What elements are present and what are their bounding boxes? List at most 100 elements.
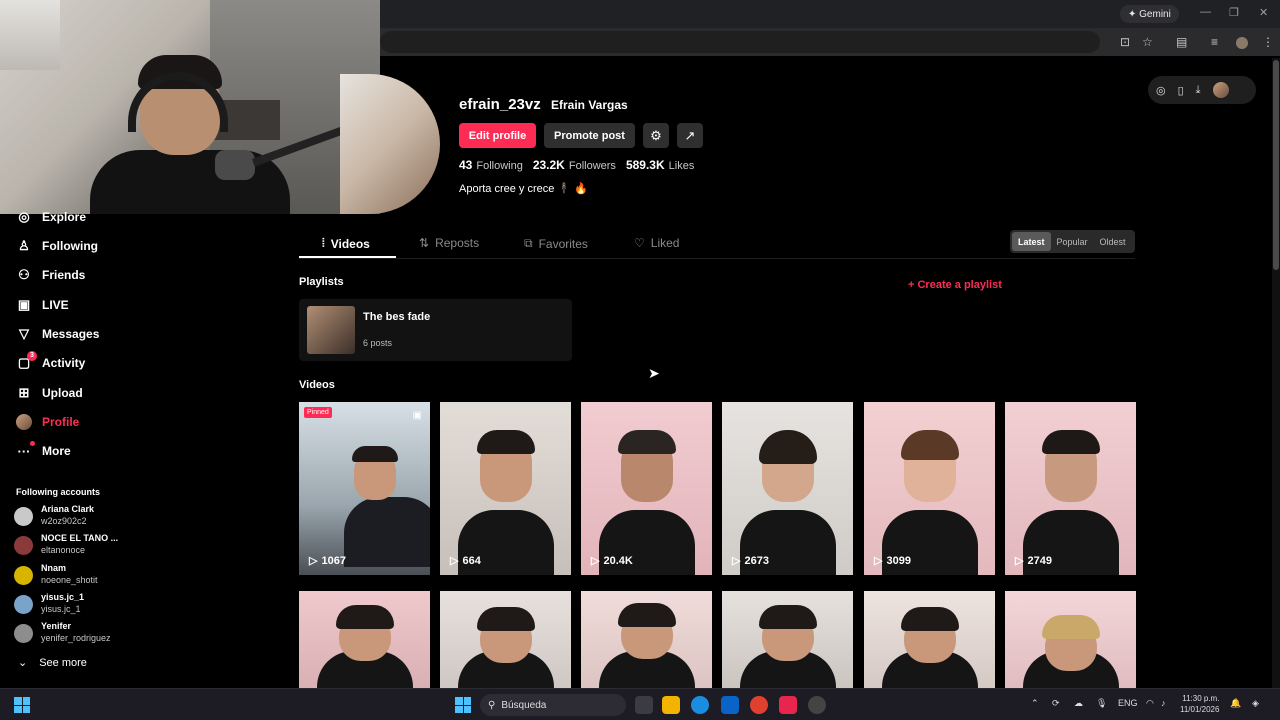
tiktok-icon[interactable]	[779, 696, 797, 714]
sidebar-item-more[interactable]: ··· More	[16, 440, 71, 462]
playlist-count: 6 posts	[363, 338, 393, 348]
task-view-icon[interactable]	[635, 696, 653, 714]
taskbar-clock[interactable]: 11:30 p.m. 11/01/2026	[1180, 693, 1219, 715]
video-card[interactable]: Pinned ▣ ▷ 1067	[299, 402, 430, 575]
play-icon: ▷	[450, 555, 459, 567]
gemini-button[interactable]: ✦ Gemini	[1120, 5, 1179, 23]
outlook-icon[interactable]	[721, 696, 739, 714]
tab-reposts[interactable]: ⇅ Reposts	[419, 236, 479, 250]
video-card[interactable]	[581, 591, 712, 688]
coin-icon[interactable]: ◎	[1156, 84, 1166, 97]
obs-icon[interactable]	[808, 696, 826, 714]
star-icon[interactable]: ☆	[1142, 35, 1153, 49]
promote-post-button[interactable]: Promote post	[544, 123, 635, 148]
media-icon[interactable]: ≡	[1211, 35, 1218, 49]
windows-start-icon[interactable]	[14, 697, 30, 713]
sort-toggle: Latest Popular Oldest	[1010, 230, 1135, 253]
install-icon[interactable]: ⊡	[1120, 35, 1130, 49]
address-bar[interactable]	[380, 31, 1100, 53]
wifi-icon[interactable]: ◠	[1146, 698, 1154, 709]
followers-stat[interactable]: 23.2K Followers	[533, 158, 616, 172]
tray-sync-icon[interactable]: ⟳	[1052, 698, 1060, 709]
sidebar-item-upload[interactable]: ⊞ Upload	[16, 382, 83, 404]
browser-profile-avatar[interactable]	[1236, 37, 1248, 49]
video-views: ▷ 1067	[309, 554, 346, 568]
following-icon: ♙	[18, 238, 30, 253]
copilot-icon[interactable]: ◈	[1252, 698, 1259, 709]
sort-popular[interactable]: Popular	[1051, 232, 1094, 251]
scrollbar-thumb[interactable]	[1273, 60, 1279, 270]
video-views: ▷ 2749	[1015, 554, 1052, 568]
following-account[interactable]: yisus.jc_1 yisus.jc_1	[14, 592, 154, 618]
tray-chevron-icon[interactable]: ⌃	[1031, 698, 1039, 709]
video-views: ▷ 2673	[732, 554, 769, 568]
tab-favorites[interactable]: ⧉ Favorites	[524, 236, 588, 251]
following-account[interactable]: Yenifer yenifer_rodriguez	[14, 621, 154, 647]
tray-cloud-icon[interactable]: ☁	[1074, 698, 1083, 709]
avatar	[14, 595, 33, 614]
sidebar-item-activity[interactable]: ▢ 3 Activity	[16, 351, 85, 374]
create-playlist-button[interactable]: + Create a playlist	[908, 279, 1002, 291]
sort-oldest[interactable]: Oldest	[1094, 232, 1132, 251]
share-icon[interactable]: ↗	[677, 123, 703, 148]
sort-latest[interactable]: Latest	[1012, 232, 1051, 251]
profile-avatar	[16, 414, 32, 430]
heart-icon: ♡	[634, 236, 645, 250]
tray-mic-icon[interactable]: 🎙	[1096, 698, 1107, 709]
restore-icon[interactable]: ❐	[1229, 6, 1239, 19]
start-menu-icon[interactable]	[455, 697, 471, 713]
account-avatar[interactable]	[1212, 82, 1229, 98]
avatar	[14, 624, 33, 643]
settings-icon[interactable]: ⚙	[643, 123, 669, 148]
volume-icon[interactable]: ♪	[1161, 698, 1166, 708]
video-card[interactable]	[1005, 591, 1136, 688]
activity-icon: ▢ 3	[16, 351, 37, 371]
sidebar-item-profile[interactable]: Profile	[16, 411, 79, 433]
explore-icon: ◎	[18, 209, 30, 224]
see-more-button[interactable]: ⌄ See more	[18, 656, 87, 670]
following-account[interactable]: NOCE EL TANO ... eltanonoce	[14, 533, 154, 559]
playlist-card[interactable]: The bes fade 6 posts	[299, 299, 572, 361]
video-card[interactable]	[722, 591, 853, 688]
language-indicator[interactable]: ENG	[1118, 698, 1138, 708]
reading-list-icon[interactable]: ▤	[1176, 35, 1187, 49]
video-views: ▷ 664	[450, 554, 481, 568]
phone-icon[interactable]: ▯	[1178, 84, 1184, 97]
notification-dot	[30, 441, 35, 446]
video-views: ▷ 20.4K	[591, 554, 633, 568]
notification-bell-icon[interactable]: 🔔	[1230, 698, 1241, 709]
following-account[interactable]: Nnam noeone_shotit	[14, 563, 154, 589]
video-card[interactable]	[440, 591, 571, 688]
close-icon[interactable]: ✕	[1259, 6, 1268, 19]
taskbar-search[interactable]: ⚲ Búsqueda	[480, 694, 626, 716]
chrome-icon[interactable]	[750, 696, 768, 714]
tab-videos[interactable]: ⦙ Videos	[322, 236, 370, 251]
video-card[interactable]: ▷ 3099	[864, 402, 995, 575]
sidebar-item-explore[interactable]: ◎ Explore	[16, 206, 86, 228]
edge-icon[interactable]	[691, 696, 709, 714]
sidebar-item-friends[interactable]: ⚇ Friends	[16, 264, 85, 286]
tab-liked[interactable]: ♡ Liked	[634, 236, 679, 250]
chevron-down-icon: ⌄	[18, 657, 28, 669]
sidebar-item-messages[interactable]: ▽ Messages	[16, 323, 99, 345]
minimize-icon[interactable]: —	[1200, 6, 1211, 18]
video-card[interactable]	[864, 591, 995, 688]
following-account[interactable]: Ariana Clark w2oz902c2	[14, 504, 154, 530]
video-card[interactable]: ▷ 20.4K	[581, 402, 712, 575]
sidebar-item-live[interactable]: ▣ LIVE	[16, 294, 69, 316]
messages-icon: ▽	[19, 326, 29, 341]
video-card[interactable]: ▷ 2673	[722, 402, 853, 575]
file-explorer-icon[interactable]	[662, 696, 680, 714]
video-card[interactable]: ▷ 664	[440, 402, 571, 575]
edit-profile-button[interactable]: Edit profile	[459, 123, 536, 148]
video-card[interactable]	[299, 591, 430, 688]
profile-stats: 43 Following 23.2K Followers 589.3K Likes	[459, 158, 694, 172]
following-stat[interactable]: 43 Following	[459, 158, 523, 172]
profile-avatar-large[interactable]	[340, 74, 440, 214]
video-card[interactable]: ▷ 2749	[1005, 402, 1136, 575]
sidebar-item-following[interactable]: ♙ Following	[16, 235, 98, 257]
pinned-badge: Pinned	[304, 407, 332, 418]
menu-kebab-icon[interactable]: ⋮	[1262, 35, 1274, 49]
download-icon[interactable]: ⤓	[1196, 84, 1201, 97]
profile-bio: Aporta cree y crece 🕴️ 🔥	[459, 183, 588, 195]
